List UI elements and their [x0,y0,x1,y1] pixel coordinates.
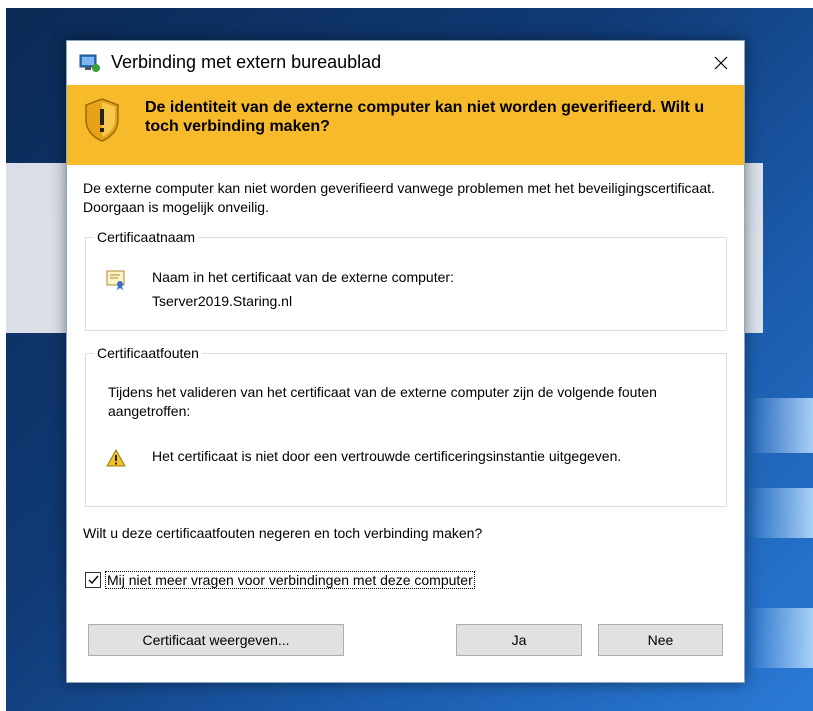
dont-ask-again-checkbox-row[interactable]: Mij niet meer vragen voor verbindingen m… [85,571,475,589]
dont-ask-again-label[interactable]: Mij niet meer vragen voor verbindingen m… [105,571,475,589]
checkmark-icon [88,575,99,585]
remote-desktop-icon [79,54,100,72]
window-title: Verbinding met extern bureaublad [111,52,382,72]
warning-banner: De identiteit van de externe computer ka… [67,85,744,165]
certificate-icon [106,270,125,290]
close-button[interactable] [698,41,744,85]
dont-ask-again-checkbox[interactable] [85,572,101,588]
certificate-name-group: Certificaatnaam Naam in het certificaat … [85,229,727,331]
certificate-errors-legend: Certificaatfouten [97,345,199,361]
close-icon [714,56,728,70]
certificate-name-value: Tserver2019.Staring.nl [152,293,293,309]
shield-warning-icon [85,98,119,142]
title-bar[interactable]: Verbinding met extern bureaublad [67,41,744,85]
no-button[interactable]: Nee [598,624,723,656]
warning-icon [106,449,126,467]
certificate-errors-description: Tijdens het valideren van het certificaa… [108,384,657,419]
background-light-3 [748,608,813,668]
certificate-name-label: Naam in het certificaat van de externe c… [152,269,454,285]
view-certificate-button[interactable]: Certificaat weergeven... [88,624,344,656]
background-light-2 [748,488,813,538]
certificate-warning-dialog: Verbinding met extern bureaublad De iden… [66,40,745,683]
certificate-errors-group: Certificaatfouten Tijdens het valideren … [85,345,727,507]
question-text: Wilt u deze certificaatfouten negeren en… [83,525,483,541]
yes-button[interactable]: Ja [456,624,582,656]
intro-text: De externe computer kan niet worden geve… [83,180,715,215]
certificate-name-legend: Certificaatnaam [97,229,196,245]
background-light-1 [748,398,813,453]
background-window-right [743,163,763,333]
certificate-error-item: Het certificaat is niet door een vertrou… [152,448,622,464]
banner-message: De identiteit van de externe computer ka… [145,99,705,135]
background-window-left [6,163,66,333]
